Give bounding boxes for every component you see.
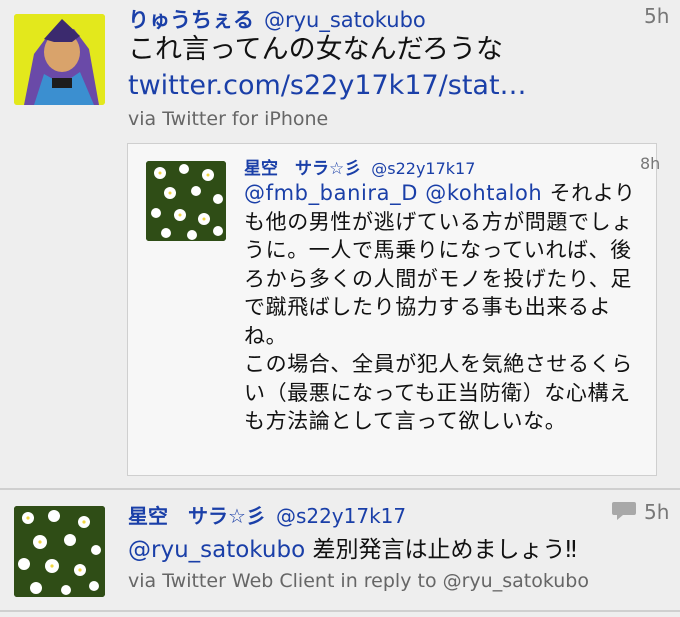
manga-character-avatar: [14, 14, 105, 105]
white-flowers-avatar: [146, 161, 226, 241]
timestamp: 5h: [644, 500, 670, 524]
tweet-body: これ言ってんの女なんだろうな: [128, 34, 504, 65]
mentions[interactable]: @fmb_banira_D @kohtaloh: [244, 181, 542, 205]
tweet-text: @ryu_satokubo 差別発言は止めましょう‼: [128, 534, 577, 566]
tweet-text: これ言ってんの女なんだろうな twitter.com/s22y17k17/sta…: [128, 32, 638, 104]
divider: [0, 610, 680, 612]
quoted-tweet-text: @fmb_banira_D @kohtaloh それよりも他の男性が逃げている方…: [244, 179, 644, 436]
author-row[interactable]: りゅうちぇる @ryu_satokubo: [128, 4, 426, 34]
tweet-source: via Twitter Web Client in reply to @ryu_…: [128, 570, 589, 592]
tweet-link[interactable]: twitter.com/s22y17k17/stat…: [128, 68, 638, 104]
user-handle[interactable]: @s22y17k17: [276, 504, 406, 528]
mention[interactable]: @ryu_satokubo: [128, 537, 305, 563]
display-name[interactable]: 星空 サラ☆彡: [128, 504, 266, 528]
tweet-item[interactable]: りゅうちぇる @ryu_satokubo 5h これ言ってんの女なんだろうな tw…: [0, 0, 680, 488]
speech-bubble-icon: [611, 500, 637, 522]
display-name[interactable]: 星空 サラ☆彡: [244, 159, 361, 179]
quoted-author-row[interactable]: 星空 サラ☆彡 @s22y17k17: [244, 154, 475, 179]
quoted-tweet[interactable]: 星空 サラ☆彡 @s22y17k17 8h @fmb_banira_D @koht…: [127, 143, 661, 476]
user-handle[interactable]: @s22y17k17: [371, 159, 475, 178]
timestamp: 8h: [640, 154, 661, 173]
display-name[interactable]: りゅうちぇる: [128, 8, 254, 32]
tweet-item[interactable]: 星空 サラ☆彡 @s22y17k17 5h @ryu_satokubo 差別発言は…: [0, 490, 680, 608]
user-handle[interactable]: @ryu_satokubo: [264, 8, 426, 32]
tweet-body: 差別発言は止めましょう‼: [305, 537, 577, 563]
quoted-body: それよりも他の男性が逃げている方が問題でしょうに。一人で馬乗りになっていれば、後…: [244, 181, 636, 433]
white-flowers-avatar: [14, 506, 105, 597]
tweet-source: via Twitter for iPhone: [128, 108, 329, 130]
avatar[interactable]: [14, 506, 105, 597]
author-row[interactable]: 星空 サラ☆彡 @s22y17k17: [128, 500, 406, 529]
timestamp: 5h: [644, 4, 670, 28]
avatar[interactable]: [146, 161, 226, 241]
avatar[interactable]: [14, 14, 105, 105]
